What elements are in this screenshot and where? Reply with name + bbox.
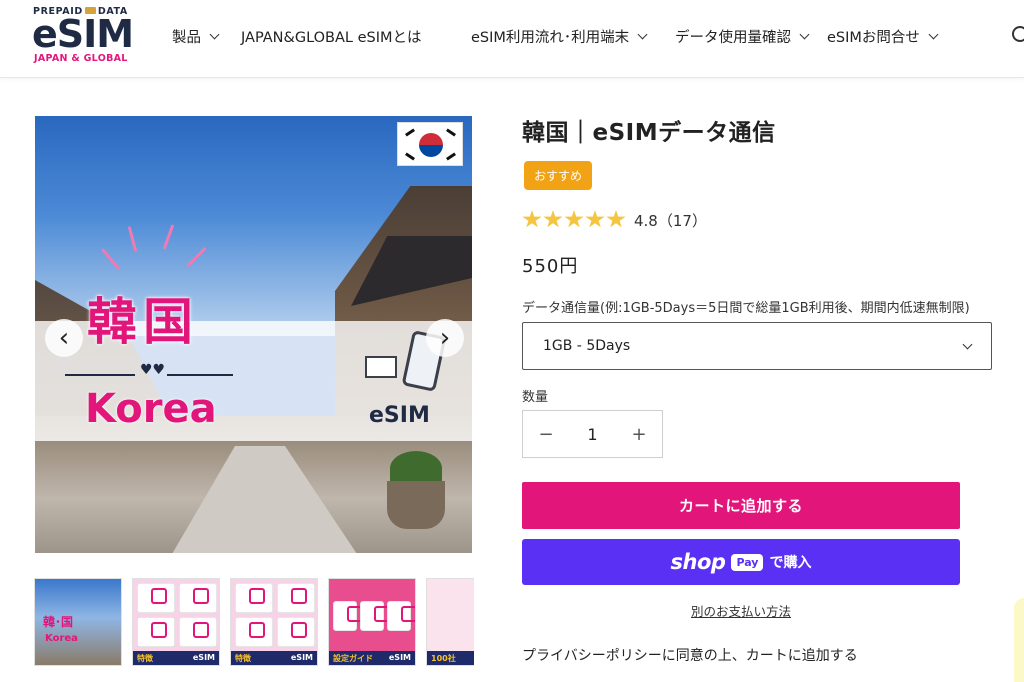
rating-text[interactable]: 4.8（17） <box>634 210 707 231</box>
more-payment-options-link[interactable]: 別のお支払い方法 <box>691 601 791 620</box>
divider-line <box>65 374 135 376</box>
feature-card <box>179 617 217 647</box>
product-main-image: 韓国 ♥♥ Korea eSIM ‹ › <box>35 116 472 553</box>
shop-pay-logo: shop <box>670 550 726 574</box>
thumbnail-strip: 韓･国 Korea 特徴 eSIM 特徴 eSIM 設定ガイド eSIM 100… <box>34 578 474 666</box>
chevron-down-icon <box>962 339 973 350</box>
thumb-caption: Korea <box>45 633 78 644</box>
data-plan-select[interactable]: 1GB - 5Days <box>522 322 992 370</box>
flag-trigram <box>446 152 456 161</box>
data-plan-label: データ通信量(例:1GB-5Days＝5日間で総量1GB利用後、期間内低速無制限… <box>522 301 970 316</box>
star-icon <box>543 210 563 228</box>
feature-card <box>277 617 315 647</box>
quantity-label: 数量 <box>522 390 549 405</box>
product-price: 550円 <box>522 256 579 277</box>
thumbnail-2[interactable]: 特徴 eSIM <box>132 578 220 666</box>
korea-flag-icon <box>397 122 463 166</box>
feature-card <box>137 617 175 647</box>
logo-main-text: eSIM <box>32 12 134 56</box>
flag-trigram <box>405 128 415 137</box>
shop-pay-badge: Pay <box>731 553 764 571</box>
feature-card <box>235 617 273 647</box>
image-title-korea-en: Korea <box>85 386 217 432</box>
thumb-label: 設定ガイド eSIM <box>329 651 415 665</box>
hearts-icon: ♥♥ <box>140 362 166 378</box>
shop-pay-button[interactable]: shop Pay で購入 <box>522 539 960 585</box>
nav-item-products[interactable]: 製品 <box>172 0 220 72</box>
thumbnail-5[interactable]: 100社 <box>426 578 474 666</box>
envelope-icon <box>365 356 397 378</box>
thumbnail-1[interactable]: 韓･国 Korea <box>34 578 122 666</box>
gallery-prev-button[interactable]: ‹ <box>45 319 83 357</box>
nav-item-usage-flow[interactable]: eSIM利用流れ･利用端末 <box>471 0 648 72</box>
data-plan-selected-value: 1GB - 5Days <box>543 338 631 354</box>
product-title: 韓国｜eSIMデータ通信 <box>522 120 776 146</box>
flag-trigram <box>405 152 415 161</box>
thumb-label: 100社 <box>427 651 474 665</box>
privacy-notice: プライバシーポリシーに同意の上、カートに追加する <box>522 648 858 664</box>
step-card <box>360 601 390 631</box>
site-header: PREPAID DATA eSIM JAPAN & GLOBAL 製品 JAPAN… <box>0 0 1024 78</box>
image-title-korea-jp: 韓国 <box>87 293 199 351</box>
nav-label: データ使用量確認 <box>675 29 791 46</box>
flag-trigram <box>446 128 456 137</box>
nav-label: eSIM利用流れ･利用端末 <box>471 29 630 46</box>
thumb-label: 特徴 eSIM <box>231 651 317 665</box>
gallery-next-button[interactable]: › <box>426 319 464 357</box>
add-to-cart-button[interactable]: カートに追加する <box>522 482 960 529</box>
feature-card <box>137 583 175 613</box>
thumbnail-4[interactable]: 設定ガイド eSIM <box>328 578 416 666</box>
star-icon <box>606 210 626 228</box>
shop-pay-buy-label: で購入 <box>769 555 812 571</box>
star-icon <box>564 210 584 228</box>
step-card <box>387 601 415 631</box>
chevron-down-icon <box>637 29 648 39</box>
flag-taegeuk <box>419 133 443 157</box>
step-card <box>333 601 363 631</box>
thumb-label: 特徴 eSIM <box>133 651 219 665</box>
nav-item-data-usage[interactable]: データ使用量確認 <box>675 0 810 72</box>
thumbnail-3[interactable]: 特徴 eSIM <box>230 578 318 666</box>
quantity-decrease-button[interactable]: − <box>523 411 569 457</box>
image-planter <box>387 481 445 529</box>
image-esim-label: eSIM <box>369 403 430 428</box>
nav-label: 製品 <box>172 29 201 46</box>
quantity-increase-button[interactable]: + <box>616 411 662 457</box>
recommended-badge: おすすめ <box>524 161 593 190</box>
chat-widget-edge[interactable] <box>1014 598 1024 682</box>
feature-card <box>277 583 315 613</box>
search-icon[interactable] <box>1012 26 1024 42</box>
chevron-down-icon <box>209 29 220 39</box>
feature-card <box>235 583 273 613</box>
rating-stars <box>522 210 626 229</box>
nav-item-contact[interactable]: eSIMお問合せ <box>827 0 939 72</box>
quantity-input[interactable]: 1 <box>569 411 616 457</box>
star-icon <box>585 210 605 228</box>
chevron-down-icon <box>928 29 939 39</box>
nav-label: eSIMお問合せ <box>827 29 920 46</box>
site-logo[interactable]: PREPAID DATA eSIM JAPAN & GLOBAL <box>32 6 137 68</box>
chevron-down-icon <box>799 29 810 39</box>
logo-sub-text: JAPAN & GLOBAL <box>34 53 128 64</box>
nav-item-about[interactable]: JAPAN&GLOBAL eSIMとは <box>241 0 422 72</box>
nav-label: JAPAN&GLOBAL eSIMとは <box>241 29 422 46</box>
thumb-caption: 韓･国 <box>43 615 74 629</box>
divider-line <box>167 374 233 376</box>
feature-card <box>179 583 217 613</box>
star-icon <box>522 210 542 228</box>
quantity-stepper: − 1 + <box>522 410 663 458</box>
